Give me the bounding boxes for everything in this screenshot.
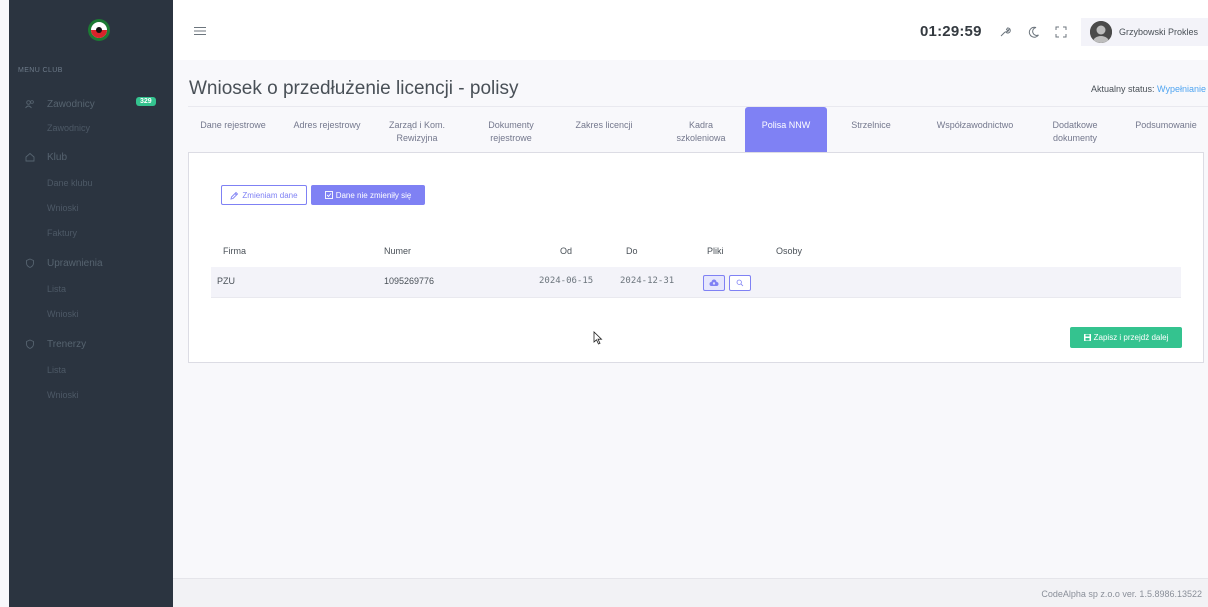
sidebar-subitem-dane-klubu[interactable]: Dane klubu (47, 178, 93, 188)
tab-zakres-licencji[interactable]: Zakres licencji (566, 107, 642, 153)
cell-do: 2024-12-31 (620, 276, 675, 286)
policy-card: Zmieniam dane Dane nie zmieniły się Firm… (188, 152, 1204, 363)
menu-title: MENU CLUB (18, 67, 63, 74)
user-menu[interactable]: Grzybowski Prokles (1081, 18, 1208, 46)
no-change-label: Dane nie zmieniły się (335, 190, 412, 200)
tab-kadra-szkoleniowa[interactable]: Kadra szkoleniowa (666, 107, 736, 153)
sidebar-item-label: Zawodnicy (47, 98, 95, 110)
preview-file-button[interactable] (729, 275, 751, 291)
change-data-label: Zmieniam dane (242, 190, 298, 200)
topbar: 01:29:59 Grzybowski Prokles (173, 0, 1208, 60)
table-header-osoby: Osoby (776, 246, 803, 256)
moon-icon[interactable] (1028, 26, 1040, 38)
footer-version: CodeAlpha sp z.o.o ver. 1.5.8986.13522 (1041, 589, 1202, 599)
hamburger-menu-icon[interactable] (194, 26, 206, 36)
wrench-icon[interactable] (999, 26, 1011, 38)
status-indicator: Aktualny status: Wypełnianie (1091, 84, 1206, 94)
sidebar-subitem-wnioski[interactable]: Wnioski (47, 203, 79, 213)
sidebar-subitem-lista[interactable]: Lista (47, 365, 66, 375)
sidebar-item-label: Trenerzy (47, 338, 87, 350)
tab-dodatkowe-dokumenty[interactable]: Dodatkowe dokumenty (1044, 107, 1106, 153)
sidebar-item-klub[interactable]: Klub (9, 148, 173, 166)
shield-icon (25, 258, 35, 268)
shield-icon (25, 339, 35, 349)
no-change-button[interactable]: Dane nie zmieniły się (311, 185, 425, 205)
wizard-tabs: Dane rejestrowe Adres rejestrowy Zarząd … (188, 106, 1208, 153)
tab-adres-rejestrowy[interactable]: Adres rejestrowy (286, 107, 368, 153)
edit-icon (230, 191, 239, 200)
save-and-continue-button[interactable]: Zapisz i przejdź dalej (1070, 327, 1182, 348)
fullscreen-icon[interactable] (1055, 26, 1067, 38)
sidebar-item-label: Uprawnienia (47, 257, 103, 269)
cell-od: 2024-06-15 (539, 276, 594, 286)
sidebar-subitem-wnioski[interactable]: Wnioski (47, 390, 79, 400)
sidebar-item-trenerzy[interactable]: Trenerzy (9, 335, 173, 353)
sidebar-item-label: Klub (47, 151, 68, 163)
table-header-firma: Firma (223, 246, 246, 256)
sidebar: MENU CLUB Zawodnicy 329 Zawodnicy Klub D… (9, 0, 173, 607)
tab-polisa-nnw[interactable]: Polisa NNW (745, 107, 827, 153)
checkbox-icon (324, 191, 333, 199)
table-row (211, 267, 1181, 298)
sidebar-subitem-wnioski[interactable]: Wnioski (47, 309, 79, 319)
cell-firma: PZU (217, 276, 235, 286)
mouse-cursor-icon (593, 331, 603, 345)
tab-dane-rejestrowe[interactable]: Dane rejestrowe (188, 107, 278, 153)
upload-file-button[interactable] (703, 275, 725, 291)
tab-wspolzawodnictwo[interactable]: Współzawodnictwo (922, 107, 1028, 153)
table-header-pliki: Pliki (707, 246, 724, 256)
avatar (1090, 21, 1112, 43)
sidebar-subitem-zawodnicy[interactable]: Zawodnicy (47, 123, 90, 133)
table-header-do: Do (626, 246, 638, 256)
club-logo[interactable] (81, 16, 117, 44)
status-label: Aktualny status: (1090, 84, 1155, 94)
count-badge: 329 (136, 97, 156, 106)
clock: 01:29:59 (920, 23, 982, 40)
sidebar-subitem-faktury[interactable]: Faktury (47, 228, 77, 238)
user-name: Grzybowski Prokles (1119, 27, 1199, 37)
status-value: Wypełnianie (1157, 84, 1206, 94)
footer: CodeAlpha sp z.o.o ver. 1.5.8986.13522 (173, 578, 1208, 607)
cloud-upload-icon (709, 279, 719, 286)
tab-strzelnice[interactable]: Strzelnice (838, 107, 904, 153)
sidebar-item-uprawnienia[interactable]: Uprawnienia (9, 254, 173, 272)
tab-zarzad[interactable]: Zarząd i Kom. Rewizyjna (376, 107, 458, 153)
save-icon (1083, 334, 1091, 341)
home-icon (25, 152, 35, 162)
save-and-continue-label: Zapisz i przejdź dalej (1093, 333, 1169, 342)
cell-numer: 1095269776 (384, 276, 435, 286)
table-header-numer: Numer (384, 246, 412, 256)
sidebar-subitem-lista[interactable]: Lista (47, 284, 66, 294)
tab-dokumenty-rejestrowe[interactable]: Dokumenty rejestrowe (476, 107, 546, 153)
table-header-od: Od (560, 246, 573, 256)
users-icon (25, 99, 35, 109)
search-icon (736, 279, 744, 287)
page-title: Wniosek o przedłużenie licencji - polisy (189, 78, 519, 99)
tab-podsumowanie[interactable]: Podsumowanie (1124, 107, 1208, 153)
change-data-button[interactable]: Zmieniam dane (221, 185, 307, 205)
